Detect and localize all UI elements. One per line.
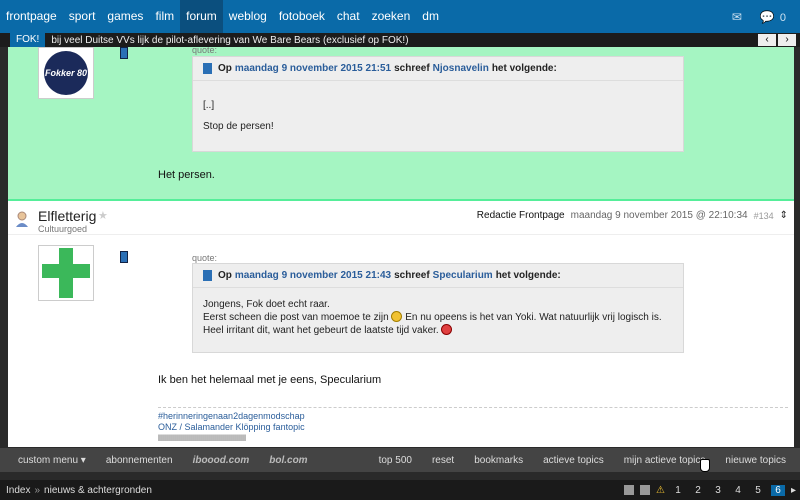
post-meta: Redactie Frontpage maandag 9 november 20… [477, 210, 788, 221]
avatar[interactable] [38, 245, 94, 301]
new-topics-link[interactable]: nieuwe topics [715, 455, 800, 466]
angry-smiley-icon [441, 324, 453, 335]
post-link-icon[interactable] [203, 63, 212, 74]
profile-card-icon[interactable] [120, 47, 128, 59]
quote-label: quote: [192, 47, 218, 55]
iboood-link[interactable]: iboood.com [183, 455, 260, 466]
ticker-tag: FOK! [10, 33, 46, 47]
ticker-arrows: ‹ › [758, 34, 800, 46]
quote-line: Jongens, Fok doet echt raar. [203, 299, 330, 310]
signature-text: llllllllllllllllllllllllllllllllllllllll… [158, 433, 246, 443]
messages-count: 0 [779, 11, 786, 24]
post-text: Het persen. [158, 169, 215, 181]
confused-smiley-icon [391, 311, 403, 322]
nav-forum[interactable]: forum [180, 0, 223, 33]
green-cross-horizontal [42, 264, 90, 278]
post-text: Ik ben het helemaal met je eens, Specula… [158, 374, 382, 386]
profile-card-icon[interactable] [120, 251, 128, 263]
warning-icon[interactable]: ⚠ [656, 485, 665, 496]
nav-dm[interactable]: dm [416, 0, 445, 33]
messages-button[interactable]: 💬 0 [760, 10, 786, 24]
bol-link[interactable]: bol.com [259, 455, 317, 466]
active-topics-link[interactable]: actieve topics [533, 455, 614, 466]
post-header: Elfletterig ★ Cultuurgoed Redactie Front… [8, 203, 794, 235]
quote-date-link[interactable]: maandag 9 november 2015 21:51 [235, 63, 391, 74]
breadcrumb-category[interactable]: nieuws & achtergronden [44, 485, 152, 496]
quote-line: Eerst scheen die post van moemoe te zijn… [203, 311, 662, 323]
page-link[interactable]: 4 [731, 485, 745, 496]
nav-frontpage[interactable]: frontpage [0, 0, 63, 33]
ticker-next-button[interactable]: › [778, 34, 796, 46]
bottom-toolbar-right: top 500 reset bookmarks actieve topics m… [369, 455, 800, 466]
quote-body: Jongens, Fok doet echt raar. Eerst schee… [193, 288, 683, 343]
nav-zoeken[interactable]: zoeken [366, 0, 417, 33]
editor-label: Redactie Frontpage [476, 210, 565, 221]
username[interactable]: Elfletterig [38, 208, 96, 224]
quote-header: Op maandag 9 november 2015 21:51 schreef… [193, 57, 683, 81]
quote-line: Stop de persen! [203, 121, 274, 132]
page-link[interactable]: 3 [711, 485, 725, 496]
next-page-icon[interactable]: ▸ [791, 485, 796, 496]
subscriptions-link[interactable]: abonnementen [96, 455, 183, 466]
nav-right: ✉ 💬 0 [732, 10, 800, 24]
print-icon[interactable] [624, 485, 634, 495]
nav-fotoboek[interactable]: fotoboek [273, 0, 331, 33]
fokker-logo: Fokker 80 [44, 51, 88, 95]
post: Elfletterig ★ Cultuurgoed Redactie Front… [8, 203, 794, 447]
ticker-text[interactable]: bij veel Duitse VVs lijk de pilot-afleve… [51, 35, 408, 46]
quote-line: [..] [203, 100, 215, 111]
quote-author-link[interactable]: Specularium [433, 270, 493, 281]
topic-content: Fokker 80 quote: Op maandag 9 november 2… [8, 47, 794, 447]
quote-label: quote: [192, 253, 218, 263]
avatar[interactable]: Fokker 80 [38, 47, 94, 99]
signature: #herinneringenaan2dagenmodschap ONZ / Sa… [158, 407, 788, 444]
page-link[interactable]: 5 [751, 485, 765, 496]
signature-link[interactable]: ONZ / Salamander Klöpping fantopic [158, 422, 305, 432]
quote-header: Op maandag 9 november 2015 21:43 schreef… [193, 264, 683, 288]
bottom-toolbar: custom menu ▾ abonnementen iboood.com bo… [0, 448, 800, 472]
post-link-icon[interactable] [203, 270, 212, 281]
user-icon [16, 211, 28, 227]
quote-box: Op maandag 9 november 2015 21:43 schreef… [192, 263, 684, 353]
custom-menu-button[interactable]: custom menu ▾ [0, 455, 96, 466]
post-number[interactable]: #134 [754, 211, 774, 221]
post-highlighted: Fokker 80 quote: Op maandag 9 november 2… [8, 47, 794, 201]
post-date-link[interactable]: maandag 9 november 2015 @ 22:10:34 [571, 210, 748, 221]
star-icon[interactable]: ★ [98, 209, 108, 222]
footer-tools: ⚠ 1 2 3 4 5 6 ▸ [624, 484, 800, 496]
quote-date-link[interactable]: maandag 9 november 2015 21:43 [235, 270, 391, 281]
quote-line: Heel irritant dit, want het gebeurt de l… [203, 324, 673, 337]
nav-weblog[interactable]: weblog [223, 0, 273, 33]
chat-bubble-icon: 💬 [759, 9, 775, 24]
nav-sport[interactable]: sport [63, 0, 102, 33]
reset-link[interactable]: reset [422, 455, 464, 466]
breadcrumb-separator: » [34, 484, 41, 496]
mouse-cursor-icon [700, 459, 710, 472]
mail-icon[interactable]: ✉ [732, 10, 742, 24]
page-link-current[interactable]: 6 [770, 484, 785, 496]
bookmarks-link[interactable]: bookmarks [464, 455, 533, 466]
post-menu-icon[interactable]: ⇕ [780, 210, 788, 221]
quote-body: [..] Stop de persen! [193, 81, 683, 139]
nav-games[interactable]: games [101, 0, 149, 33]
breadcrumb-index[interactable]: Index [0, 485, 30, 496]
nav-film[interactable]: film [149, 0, 180, 33]
user-title: Cultuurgoed [38, 224, 88, 234]
top500-link[interactable]: top 500 [369, 455, 422, 466]
quote-author-link[interactable]: Njosnavelin [433, 63, 489, 74]
signature-link[interactable]: #herinneringenaan2dagenmodschap [158, 411, 305, 421]
quote-box: Op maandag 9 november 2015 21:51 schreef… [192, 56, 684, 152]
news-ticker: FOK! bij veel Duitse VVs lijk de pilot-a… [0, 33, 800, 47]
top-nav: frontpage sport games film forum weblog … [0, 0, 800, 33]
bookmark-icon[interactable] [640, 485, 650, 495]
ticker-prev-button[interactable]: ‹ [758, 34, 776, 46]
page-link[interactable]: 1 [671, 485, 685, 496]
nav-chat[interactable]: chat [331, 0, 366, 33]
page-link[interactable]: 2 [691, 485, 705, 496]
footer-bar: Index » nieuws & achtergronden ⚠ 1 2 3 4… [0, 480, 800, 500]
